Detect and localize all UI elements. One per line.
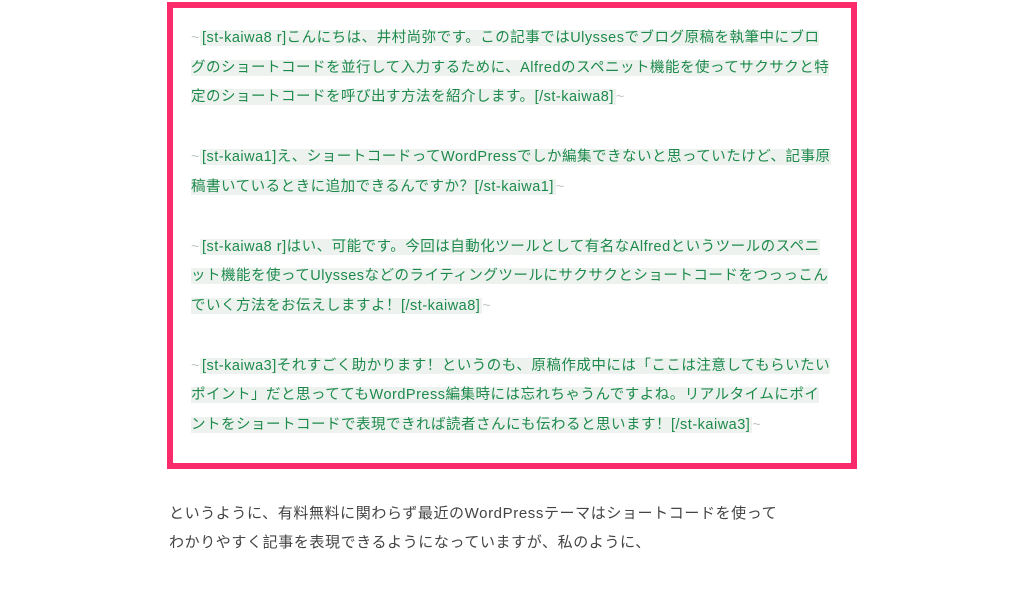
close-tag: [/st-kaiwa8] (535, 89, 614, 105)
shortcode-line: [st-kaiwa3]それすごく助かります！というのも、原稿作成中には「ここは注… (191, 358, 830, 433)
tilde-marker: ~ (482, 298, 491, 314)
tilde-marker: ~ (191, 149, 200, 165)
shortcode-paragraph-4: ~[st-kaiwa3]それすごく助かります！というのも、原稿作成中には「ここは… (191, 352, 833, 441)
shortcode-paragraph-1: ~[st-kaiwa8 r]こんにちは、井村尚弥です。この記事ではUlysses… (191, 24, 833, 113)
tilde-marker: ~ (752, 417, 761, 433)
open-tag: [st-kaiwa1] (202, 149, 277, 165)
article-body-text: というように、有料無料に関わらず最近のWordPressテーマはショートコードを… (167, 499, 857, 558)
shortcode-line: [st-kaiwa1]え、ショートコードってWordPressでしか編集できない… (191, 149, 831, 195)
highlighted-shortcode-box: ~[st-kaiwa8 r]こんにちは、井村尚弥です。この記事ではUlysses… (167, 2, 857, 469)
close-tag: [/st-kaiwa8] (401, 298, 480, 314)
article-line-2: わかりやすく記事を表現できるようになっていますが、私のように、 (169, 534, 651, 551)
shortcode-line: [st-kaiwa8 r]こんにちは、井村尚弥です。この記事ではUlyssesで… (191, 30, 829, 105)
tilde-marker: ~ (191, 239, 200, 255)
body-text: はい、可能です。今回は自動化ツールとして有名なAlfredというツールのスペニッ… (191, 239, 828, 314)
body-text: こんにちは、井村尚弥です。この記事ではUlyssesでブログ原稿を執筆中にブログ… (191, 30, 829, 105)
open-tag: [st-kaiwa8 r] (202, 30, 287, 46)
tilde-marker: ~ (616, 89, 625, 105)
open-tag: [st-kaiwa3] (202, 358, 277, 374)
shortcode-line: [st-kaiwa8 r]はい、可能です。今回は自動化ツールとして有名なAlfr… (191, 239, 828, 314)
tilde-marker: ~ (191, 358, 200, 374)
shortcode-paragraph-2: ~[st-kaiwa1]え、ショートコードってWordPressでしか編集できな… (191, 143, 833, 202)
close-tag: [/st-kaiwa1] (475, 179, 554, 195)
article-line-1: というように、有料無料に関わらず最近のWordPressテーマはショートコードを… (169, 505, 777, 522)
page-container: ~[st-kaiwa8 r]こんにちは、井村尚弥です。この記事ではUlysses… (0, 2, 1024, 557)
close-tag: [/st-kaiwa3] (671, 417, 750, 433)
tilde-marker: ~ (556, 179, 565, 195)
shortcode-paragraph-3: ~[st-kaiwa8 r]はい、可能です。今回は自動化ツールとして有名なAlf… (191, 233, 833, 322)
open-tag: [st-kaiwa8 r] (202, 239, 287, 255)
tilde-marker: ~ (191, 30, 200, 46)
